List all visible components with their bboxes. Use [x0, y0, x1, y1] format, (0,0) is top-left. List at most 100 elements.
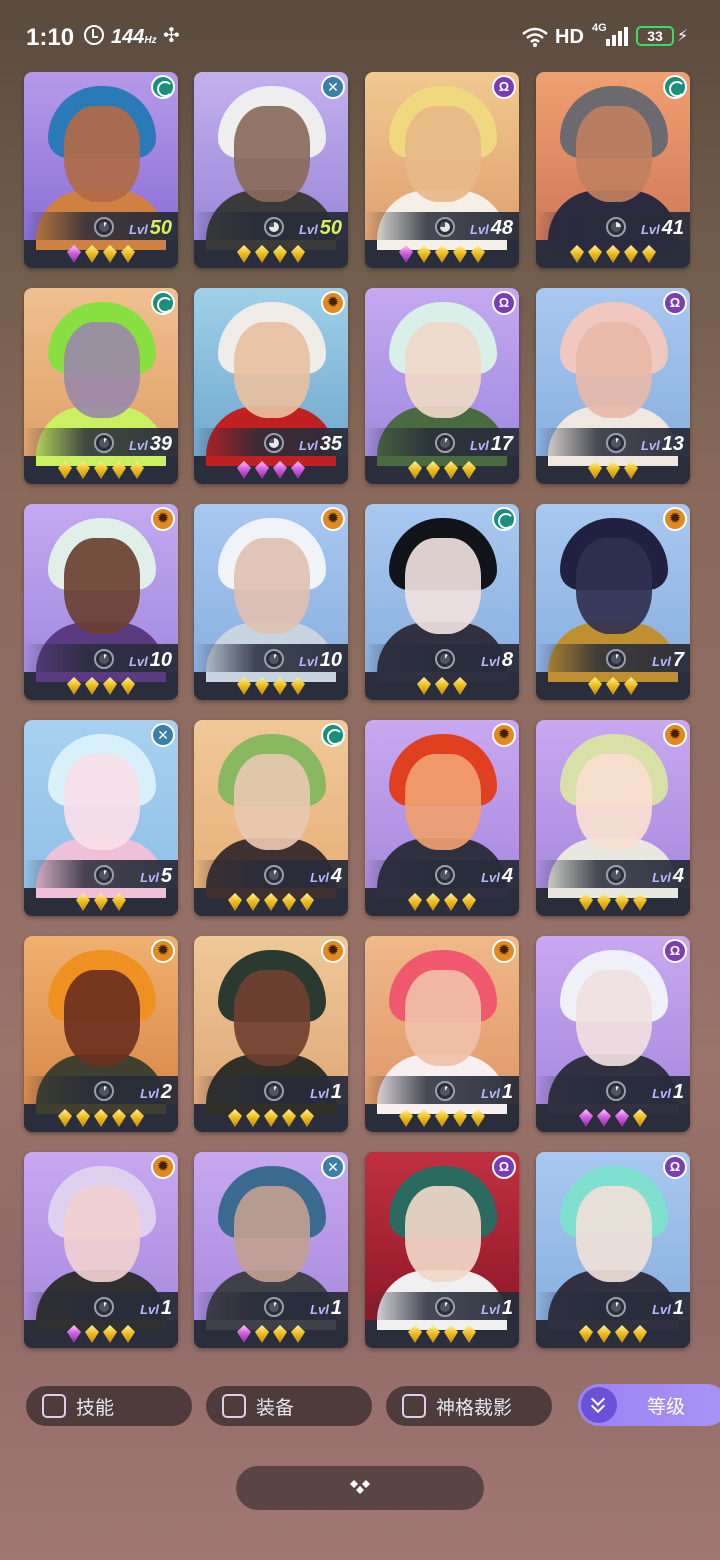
gold-gem-icon — [112, 1109, 126, 1127]
hero-card[interactable]: Lvl 41 — [536, 72, 690, 268]
hero-level: Lvl 50 — [286, 217, 342, 240]
gold-gem-icon — [408, 1325, 422, 1343]
hero-card[interactable]: Lvl13 — [536, 288, 690, 484]
hero-card[interactable]: Lvl7 — [536, 504, 690, 700]
gold-gem-icon — [300, 1109, 314, 1127]
purple-gem-icon — [579, 1109, 593, 1127]
hero-card[interactable]: Lvl2 — [24, 936, 178, 1132]
hero-face — [405, 106, 481, 202]
gold-gem-icon — [597, 893, 611, 911]
status-time: 1:10 — [26, 24, 75, 51]
hero-face — [576, 1186, 652, 1282]
level-value: 1 — [672, 1297, 684, 1319]
hero-level: Lvl 1 — [628, 1081, 684, 1104]
hero-stars — [24, 1104, 178, 1132]
divine-filter-checkbox[interactable] — [402, 1394, 426, 1418]
gold-gem-icon — [94, 1109, 108, 1127]
hero-face — [234, 106, 310, 202]
hero-stars — [536, 1104, 690, 1132]
hero-stars — [24, 240, 178, 268]
hero-level: Lvl 1 — [116, 1297, 172, 1320]
orange-class-icon — [321, 291, 345, 315]
gold-gem-icon — [76, 461, 90, 479]
skill-filter-checkbox[interactable] — [42, 1394, 66, 1418]
hero-card[interactable]: Lvl5 — [24, 720, 178, 916]
gold-gem-icon — [444, 461, 458, 479]
gold-gem-icon — [633, 1109, 647, 1127]
skill-filter[interactable]: 技能 — [26, 1386, 192, 1426]
hero-face — [405, 322, 481, 418]
hero-stars — [365, 888, 519, 916]
gold-gem-icon — [94, 893, 108, 911]
gold-gem-icon — [417, 245, 431, 263]
hero-stars — [365, 672, 519, 700]
skill-progress-icon — [435, 649, 455, 669]
orange-class-icon — [663, 507, 687, 531]
hero-card[interactable]: Lvl48 — [365, 72, 519, 268]
hero-portrait: Lvl1 — [194, 936, 348, 1114]
hero-level: Lvl 5 — [116, 865, 172, 888]
hero-card[interactable]: Lvl10 — [24, 504, 178, 700]
hero-face — [234, 1186, 310, 1282]
wifi-icon — [522, 27, 548, 47]
hero-card[interactable]: Lvl1 — [536, 936, 690, 1132]
hero-level: Lvl 4 — [286, 865, 342, 888]
divine-filter[interactable]: 神格裁影 — [386, 1386, 552, 1426]
orange-class-icon — [151, 1155, 175, 1179]
gold-gem-icon — [85, 245, 99, 263]
hero-card[interactable]: Lvl1 — [365, 936, 519, 1132]
gold-gem-icon — [228, 893, 242, 911]
level-prefix: Lvl — [310, 870, 329, 885]
level-value: 1 — [501, 1081, 513, 1103]
gold-gem-icon — [606, 677, 620, 695]
skill-progress-icon — [264, 649, 284, 669]
expand-handle[interactable] — [236, 1466, 484, 1510]
hero-card[interactable]: Lvl1 — [194, 1152, 348, 1348]
hero-card[interactable]: Lvl35 — [194, 288, 348, 484]
hero-card[interactable]: Lvl1 — [194, 936, 348, 1132]
skill-progress-icon — [264, 1081, 284, 1101]
gold-gem-icon — [642, 245, 656, 263]
hero-card[interactable]: Lvl10 — [194, 504, 348, 700]
level-value: 48 — [490, 217, 513, 239]
hero-card[interactable]: Lvl4 — [536, 720, 690, 916]
level-prefix: Lvl — [652, 654, 671, 669]
gold-gem-icon — [76, 893, 90, 911]
gold-gem-icon — [399, 1109, 413, 1127]
level-value: 8 — [501, 649, 513, 671]
hero-card[interactable]: Lvl50 — [194, 72, 348, 268]
hero-card[interactable]: Lvl1 — [536, 1152, 690, 1348]
skill-progress-icon — [264, 865, 284, 885]
hero-face — [405, 538, 481, 634]
gold-gem-icon — [58, 1109, 72, 1127]
hero-card[interactable]: Lvl 8 — [365, 504, 519, 700]
sort-by-level-button[interactable]: 等级 — [578, 1384, 720, 1426]
hero-card[interactable]: Lvl1 — [24, 1152, 178, 1348]
gold-gem-icon — [624, 461, 638, 479]
gold-gem-icon — [462, 461, 476, 479]
gold-gem-icon — [58, 461, 72, 479]
level-prefix: Lvl — [310, 1302, 329, 1317]
hero-card[interactable]: Lvl17 — [365, 288, 519, 484]
purple-class-icon — [663, 291, 687, 315]
level-value: 4 — [330, 865, 342, 887]
hero-stars — [365, 240, 519, 268]
equipment-filter[interactable]: 装备 — [206, 1386, 372, 1426]
skill-progress-icon — [94, 217, 114, 237]
hero-card[interactable]: Lvl4 — [194, 720, 348, 916]
hero-card[interactable]: Lvl50 — [24, 72, 178, 268]
charging-icon: ⚡ — [677, 28, 689, 45]
hero-card[interactable]: Lvl4 — [365, 720, 519, 916]
gold-gem-icon — [453, 245, 467, 263]
equipment-filter-checkbox[interactable] — [222, 1394, 246, 1418]
skill-progress-icon — [94, 433, 114, 453]
hero-level: Lvl 1 — [286, 1297, 342, 1320]
purple-gem-icon — [597, 1109, 611, 1127]
hero-card[interactable]: Lvl 39 — [24, 288, 178, 484]
hero-level: Lvl 2 — [116, 1081, 172, 1104]
gold-gem-icon — [112, 461, 126, 479]
hero-level: Lvl 41 — [628, 217, 684, 240]
skill-progress-icon — [435, 865, 455, 885]
hero-card[interactable]: Lvl1 — [365, 1152, 519, 1348]
hero-face — [64, 538, 140, 634]
